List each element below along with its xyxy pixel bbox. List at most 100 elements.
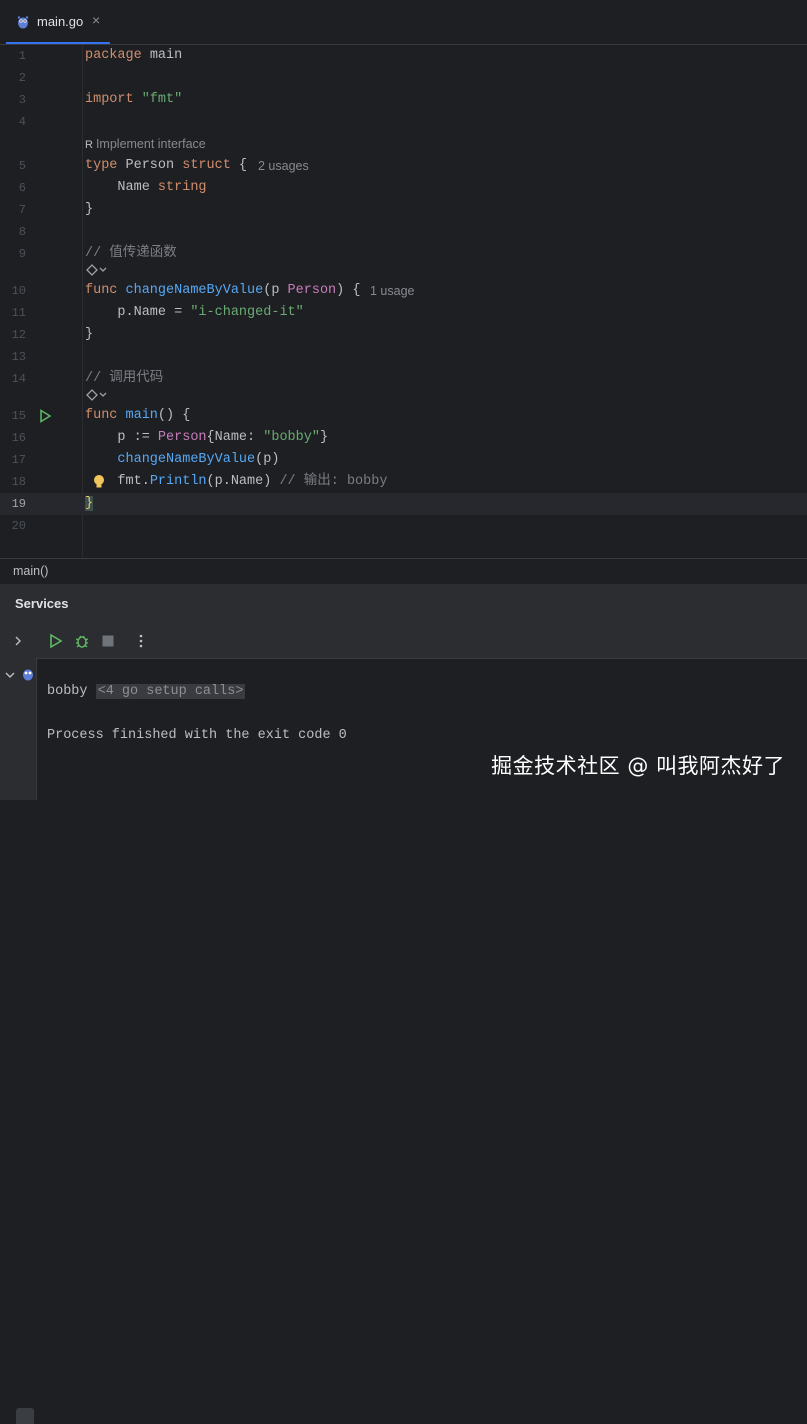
implement-hint-label: Implement interface: [95, 137, 206, 151]
line-number: 15: [11, 409, 26, 423]
services-tree: [0, 624, 37, 1424]
line-number: 18: [11, 475, 26, 489]
code-token: changeNameByValue: [85, 452, 256, 467]
code-line: 9 // 值传递函数: [0, 243, 807, 265]
editor-tab-bar: main.go ×: [0, 0, 807, 45]
matched-brace: }: [85, 496, 94, 511]
breadcrumb-bar: main(): [0, 558, 807, 583]
code-editor[interactable]: 1 package main 2 3 import "fmt" 4 R Imple…: [0, 45, 807, 557]
implement-icon: R: [85, 139, 93, 151]
line-number: 4: [18, 115, 26, 129]
more-options-icon[interactable]: [133, 633, 149, 649]
code-line: 2: [0, 67, 807, 89]
code-line: 11 p.Name = "i-changed-it": [0, 302, 807, 324]
code-token: Person: [157, 430, 207, 445]
code-line: 1 package main: [0, 45, 807, 67]
code-line: 16 p := Person{Name: "bobby"}: [0, 427, 807, 449]
services-tool-window-header: Services: [0, 583, 807, 625]
code-token: main: [117, 408, 158, 423]
line-number: 19: [11, 497, 26, 511]
line-number: 3: [18, 93, 26, 107]
go-run-config-icon[interactable]: [21, 666, 35, 682]
code-token: p :=: [85, 430, 158, 445]
run-icon[interactable]: [38, 409, 52, 423]
line-number: 17: [11, 453, 26, 467]
ai-action-hint[interactable]: [85, 388, 107, 406]
tab-label: main.go: [37, 14, 84, 29]
code-token: package: [85, 48, 142, 63]
usages-hint[interactable]: 2 usages: [258, 155, 309, 177]
line-number: 8: [18, 225, 26, 239]
code-token: main: [141, 48, 183, 63]
line-number: 12: [11, 328, 26, 342]
code-token: Person: [117, 158, 183, 173]
code-line: 12 }: [0, 324, 807, 346]
code-comment: // 值传递函数: [85, 246, 177, 261]
ai-assistant-icon: [86, 389, 107, 401]
code-token: }: [85, 327, 94, 342]
line-number: 14: [11, 372, 26, 386]
code-token: {: [230, 158, 248, 173]
code-token: {Name:: [206, 430, 264, 445]
code-token: Name: [85, 180, 158, 195]
code-token: func: [85, 408, 118, 423]
code-token: type: [85, 158, 118, 173]
code-token: changeNameByValue: [117, 283, 264, 298]
code-token: fmt.: [85, 474, 150, 489]
code-line: 14 // 调用代码: [0, 368, 807, 390]
code-comment: // 输出: bobby: [279, 474, 388, 489]
code-token: string: [157, 180, 207, 195]
stop-icon[interactable]: [100, 633, 116, 649]
code-token: (p: [263, 283, 288, 298]
code-token: Println: [149, 474, 207, 489]
implement-interface-hint[interactable]: R Implement interface: [85, 135, 206, 153]
code-line-current: 19 }: [0, 493, 807, 515]
code-token: () {: [157, 408, 191, 423]
console-folded-line[interactable]: <4 go setup calls>: [47, 659, 246, 699]
code-line: 17 changeNameByValue(p): [0, 449, 807, 471]
usages-hint[interactable]: 1 usage: [370, 280, 414, 302]
console-output-line: Process finished with the exit code 0: [47, 728, 347, 743]
code-token: Person: [287, 283, 337, 298]
code-token: "fmt": [133, 92, 183, 107]
code-token: "i-changed-it": [190, 305, 304, 320]
watermark: 掘金技术社区 @ 叫我阿杰好了: [491, 754, 785, 778]
rerun-icon[interactable]: [48, 633, 64, 649]
code-comment: // 调用代码: [85, 371, 164, 386]
scrollbar-thumb[interactable]: [16, 1408, 34, 1424]
code-token: }: [85, 202, 94, 217]
code-line: 5 type Person struct { 2 usages: [0, 155, 807, 177]
code-line: 10 func changeNameByValue(p Person) { 1 …: [0, 280, 807, 302]
code-line: 15 func main() {: [0, 405, 807, 427]
chevron-right-icon[interactable]: [13, 635, 23, 647]
code-token: (p): [255, 452, 280, 467]
code-line: 4: [0, 111, 807, 133]
line-number: 20: [11, 519, 26, 533]
code-token: func: [85, 283, 118, 298]
code-token: "bobby": [263, 430, 320, 445]
code-token: (p.Name): [206, 474, 280, 489]
code-line: 13: [0, 346, 807, 368]
line-number: 16: [11, 431, 26, 445]
chevron-down-icon[interactable]: [4, 670, 16, 680]
line-number: 7: [18, 203, 26, 217]
go-file-icon: [17, 16, 29, 29]
code-token: import: [85, 92, 134, 107]
code-token: struct: [182, 158, 231, 173]
services-title: Services: [15, 596, 69, 611]
code-line: 7 }: [0, 199, 807, 221]
line-number: 11: [11, 306, 26, 320]
ai-action-hint[interactable]: [85, 263, 107, 281]
breadcrumb[interactable]: main(): [13, 564, 48, 578]
code-token: }: [319, 430, 329, 445]
close-icon[interactable]: ×: [92, 12, 100, 28]
ai-assistant-icon: [86, 264, 107, 276]
tab-main-go[interactable]: main.go ×: [6, 0, 110, 44]
line-number: 6: [18, 181, 26, 195]
debug-icon[interactable]: [74, 633, 90, 649]
folded-setup-calls[interactable]: <4 go setup calls>: [95, 684, 246, 699]
console-output-line: bobby: [47, 684, 88, 699]
code-line: 20: [0, 515, 807, 537]
line-number: 10: [11, 284, 26, 298]
line-number: 5: [18, 159, 26, 173]
